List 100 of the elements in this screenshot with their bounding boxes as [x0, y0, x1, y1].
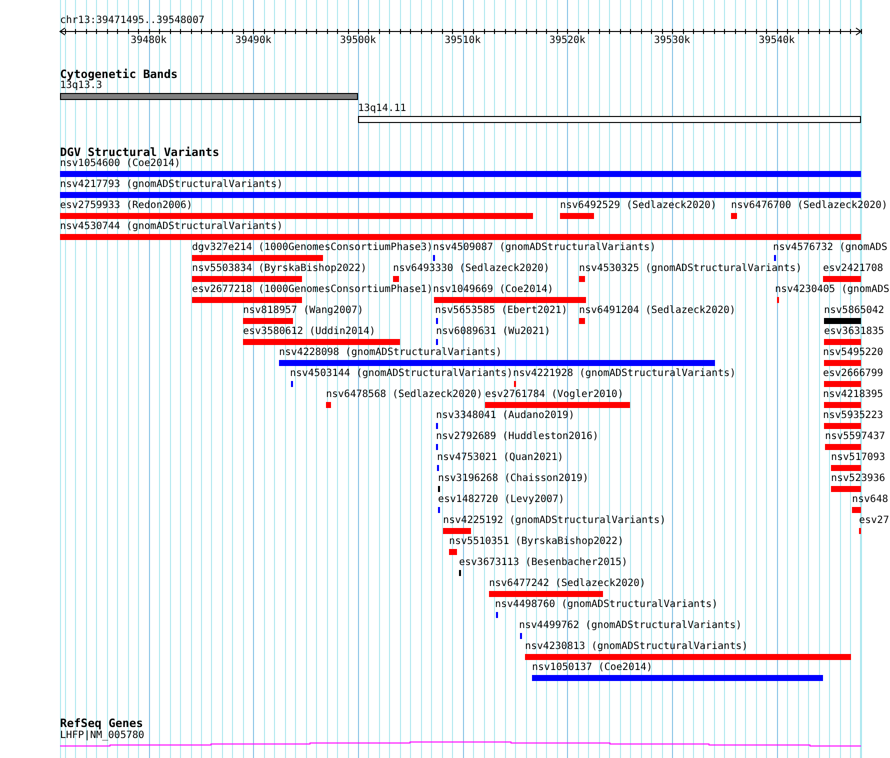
gene-label: LHFP|NM_005780 — [60, 730, 144, 742]
variant-bar[interactable] — [243, 318, 293, 324]
variant-label: nsv523936 — [831, 473, 886, 485]
variant-label: nsv4225192 (gnomADStructuralVariants) — [443, 515, 666, 527]
variant-bar[interactable] — [192, 297, 302, 303]
variant-label: nsv5653585 (Ebert2021) — [435, 305, 568, 317]
variant-label: nsv6491204 (Sedlazeck2020) — [579, 305, 736, 317]
variant-label: nsv5935223 — [823, 410, 884, 422]
tick-label: 39490k — [235, 35, 272, 47]
variant-bar[interactable] — [824, 423, 861, 429]
variant-bar[interactable] — [823, 276, 861, 282]
variant-bar[interactable] — [532, 675, 823, 681]
variant-label: nsv4530325 (gnomADStructuralVariants) — [579, 263, 802, 275]
variant-bar[interactable] — [192, 255, 323, 261]
variant-bar[interactable] — [485, 402, 630, 408]
tick-label: 39520k — [549, 35, 586, 47]
variant-label: nsv4576732 (gnomADS — [773, 242, 888, 254]
variant-label: nsv4503144 (gnomADStructuralVariants) — [290, 368, 513, 380]
variant-bar[interactable] — [825, 444, 861, 450]
variant-label: nsv4509087 (gnomADStructuralVariants) — [433, 242, 656, 254]
variant-label: esv3673113 (Besenbacher2015) — [459, 557, 628, 569]
variant-label: nsv5510351 (ByrskaBishop2022) — [449, 536, 624, 548]
variant-label: esv1482720 (Levy2007) — [438, 494, 564, 506]
variant-label: nsv4217793 (gnomADStructuralVariants) — [60, 179, 283, 191]
variant-label: nsv4498760 (gnomADStructuralVariants) — [495, 599, 718, 611]
variant-label: nsv6493330 (Sedlazeck2020) — [393, 263, 550, 275]
variant-bar[interactable] — [824, 318, 861, 324]
variant-label: nsv4230813 (gnomADStructuralVariants) — [525, 641, 748, 653]
variant-label: nsv1054600 (Coe2014) — [60, 158, 180, 170]
variant-label: esv2761784 (Vogler2010) — [485, 389, 624, 401]
variant-bar[interactable] — [60, 234, 861, 240]
tick-label: 39500k — [340, 35, 376, 47]
variant-label: nsv6477242 (Sedlazeck2020) — [489, 578, 646, 590]
variant-label: nsv648 — [852, 494, 888, 506]
variant-label: esv2666799 — [823, 368, 884, 380]
variant-label: nsv4221928 (gnomADStructuralVariants) — [513, 368, 736, 380]
tick-label: 39510k — [444, 35, 481, 47]
variant-label: nsv2792689 (Huddleston2016) — [436, 431, 599, 443]
variant-bar[interactable] — [60, 192, 861, 198]
variant-bar[interactable] — [449, 549, 457, 555]
location-label: chr13:39471495..39548007 — [60, 15, 204, 27]
variant-bar[interactable] — [824, 402, 861, 408]
variant-label: nsv4230405 (gnomADS — [775, 284, 890, 296]
variant-bar[interactable] — [831, 465, 861, 471]
variant-bar[interactable] — [60, 213, 533, 219]
variant-label: esv2759933 (Redon2006) — [60, 200, 192, 212]
variant-label: nsv5495220 — [823, 347, 884, 359]
variant-bar[interactable] — [824, 339, 861, 345]
variant-bar[interactable] — [824, 360, 861, 366]
variant-bar[interactable] — [579, 276, 585, 282]
track-title: Cytogenetic Bands — [60, 67, 178, 81]
variant-bar[interactable] — [579, 318, 585, 324]
variant-label: nsv1049669 (Coe2014) — [433, 284, 554, 296]
band-bar[interactable] — [358, 116, 861, 123]
variant-label: nsv4530744 (gnomADStructuralVariants) — [60, 221, 283, 233]
variant-label: nsv4499762 (gnomADStructuralVariants) — [519, 620, 742, 632]
variant-label: esv3580612 (Uddin2014) — [243, 326, 376, 338]
variant-label: nsv6089631 (Wu2021) — [436, 326, 550, 338]
track-title: RefSeq Genes — [60, 716, 144, 730]
variant-bar[interactable] — [60, 171, 861, 177]
variant-label: nsv6476700 (Sedlazeck2020) — [731, 200, 888, 212]
band-label: 13q13.3 — [60, 80, 102, 92]
track-title: DGV Structural Variants — [60, 145, 220, 159]
variant-label: nsv4218395 — [823, 389, 884, 401]
variant-label: nsv5865042 — [824, 305, 884, 317]
variant-label: esv2421708 — [823, 263, 884, 275]
variant-label: nsv6492529 (Sedlazeck2020) — [560, 200, 717, 212]
variant-label: nsv6478568 (Sedlazeck2020) — [326, 389, 483, 401]
variant-bar[interactable] — [434, 297, 586, 303]
variant-bar[interactable] — [279, 360, 715, 366]
variant-bar[interactable] — [192, 276, 302, 282]
variant-label: nsv5503834 (ByrskaBishop2022) — [192, 263, 367, 275]
variant-label: nsv4228098 (gnomADStructuralVariants) — [279, 347, 502, 359]
variant-label: nsv3196268 (Chaisson2019) — [438, 473, 589, 485]
variant-bar[interactable] — [443, 528, 471, 534]
variant-label: nsv517093 — [831, 452, 886, 464]
variant-label: esv2677218 (1000GenomesConsortiumPhase1) — [192, 284, 433, 296]
variant-label: dgv327e214 (1000GenomesConsortiumPhase3) — [192, 242, 433, 254]
band-label: 13q14.11 — [358, 103, 406, 115]
variant-bar[interactable] — [831, 486, 861, 492]
variant-bar[interactable] — [326, 402, 331, 408]
variant-bar[interactable] — [731, 213, 737, 219]
variant-bar[interactable] — [560, 213, 594, 219]
variant-label: esv3631835 — [824, 326, 884, 338]
tick-label: 39480k — [130, 35, 167, 47]
variant-bar[interactable] — [525, 654, 851, 660]
variant-bar[interactable] — [393, 276, 399, 282]
variant-bar[interactable] — [824, 381, 861, 387]
variant-bar[interactable] — [243, 339, 400, 345]
tick-label: 39530k — [654, 35, 690, 47]
tick-label: 39540k — [758, 35, 795, 47]
variant-bar[interactable] — [489, 591, 603, 597]
variant-label: nsv5597437 — [825, 431, 886, 443]
variant-label: nsv1050137 (Coe2014) — [532, 662, 652, 674]
variant-label: nsv4753021 (Quan2021) — [437, 452, 564, 464]
gene-line[interactable] — [60, 742, 862, 746]
variant-label: nsv818957 (Wang2007) — [243, 305, 364, 317]
variant-bar[interactable] — [852, 507, 861, 513]
variant-label: nsv3348041 (Audano2019) — [436, 410, 574, 422]
variant-label: esv27 — [859, 515, 890, 527]
